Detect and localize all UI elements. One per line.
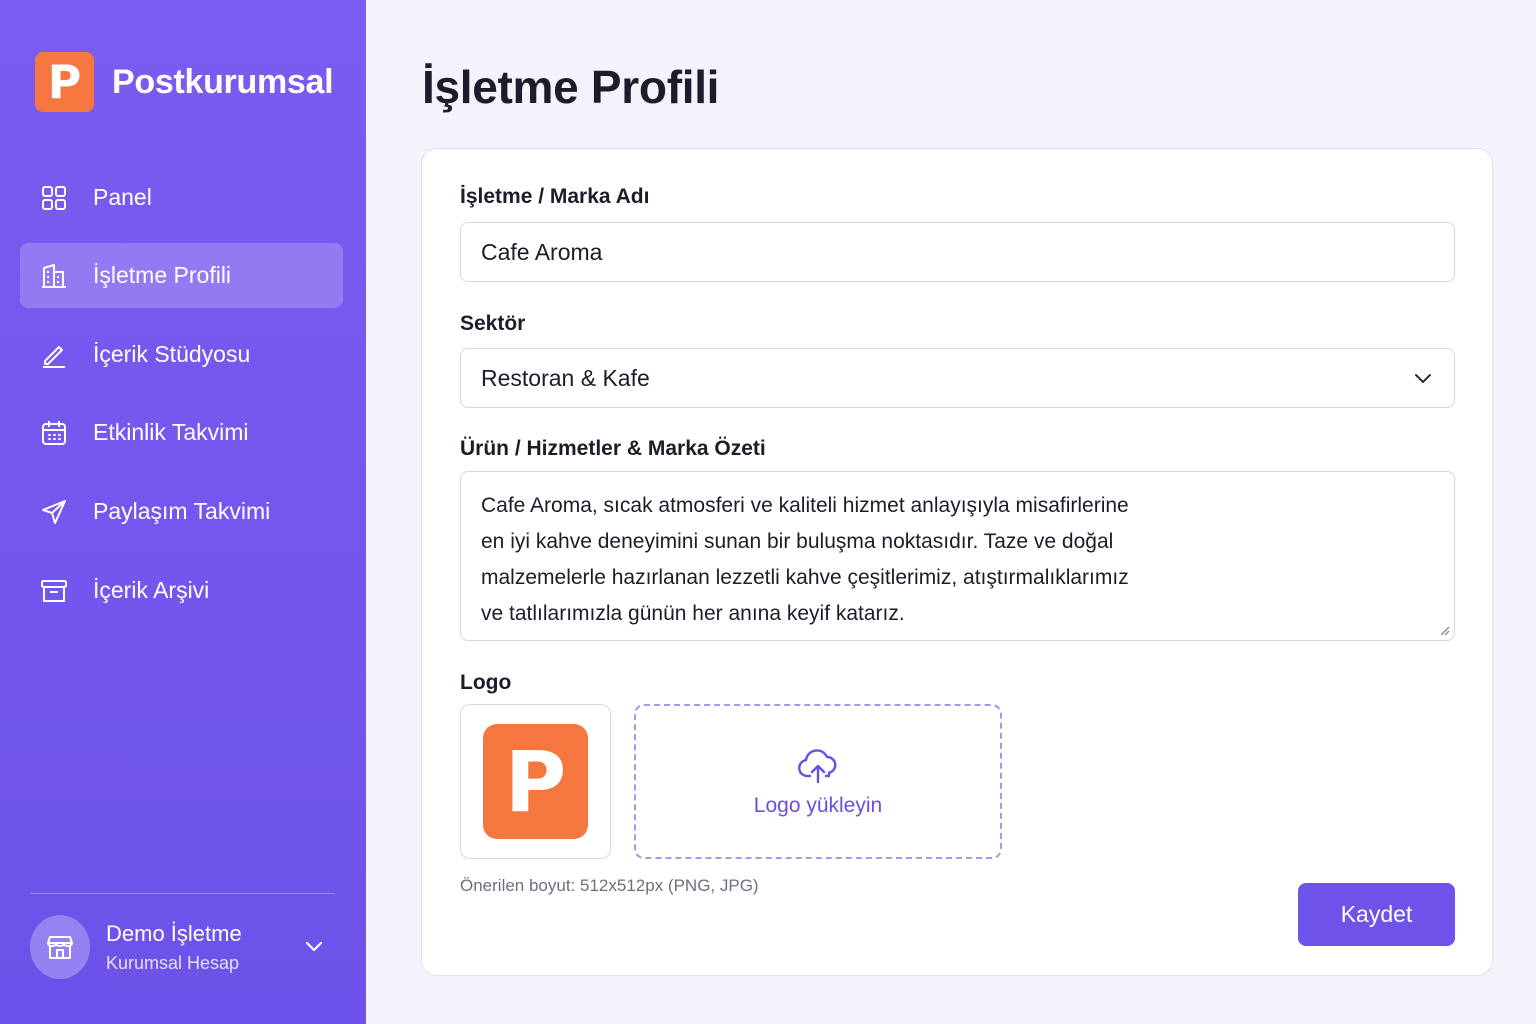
sidebar: P Postkurumsal Panel İşletme Profili İçe… — [0, 0, 366, 1024]
archive-icon — [40, 577, 68, 605]
summary-line: Cafe Aroma, sıcak atmosferi ve kaliteli … — [481, 494, 1129, 517]
save-button[interactable]: Kaydet — [1298, 883, 1455, 946]
sidebar-item-panel[interactable]: Panel — [20, 165, 343, 230]
sidebar-item-icerik-studyosu[interactable]: İçerik Stüdyosu — [20, 322, 343, 387]
brand-logo-icon: P — [35, 52, 94, 112]
account-switcher[interactable]: Demo İşletme Kurumsal Hesap — [30, 915, 335, 979]
account-role: Kurumsal Hesap — [106, 952, 240, 973]
profile-form-card: İşletme / Marka Adı Cafe Aroma Sektör Re… — [421, 148, 1493, 976]
chevron-down-icon — [305, 941, 323, 952]
sidebar-item-label: İçerik Stüdyosu — [93, 341, 251, 367]
chevron-down-icon — [1415, 374, 1431, 383]
business-name-label: İşletme / Marka Adı — [460, 185, 650, 208]
sidebar-divider — [30, 893, 335, 894]
logo-letter: P — [504, 732, 567, 831]
sidebar-item-paylasim-takvimi[interactable]: Paylaşım Takvimi — [20, 479, 343, 544]
sector-label: Sektör — [460, 312, 526, 335]
summary-line: malzemelerle hazırlanan lezzetli kahve ç… — [481, 566, 1129, 589]
resize-handle-icon[interactable] — [1438, 624, 1450, 636]
summary-line: ve tatlılarımızla günün her anına keyif … — [481, 602, 905, 625]
business-name-input[interactable]: Cafe Aroma — [460, 222, 1455, 282]
avatar — [30, 915, 90, 979]
brand[interactable]: P Postkurumsal — [35, 52, 334, 112]
pen-icon — [40, 341, 68, 369]
send-icon — [40, 498, 68, 526]
summary-label: Ürün / Hizmetler & Marka Özeti — [460, 437, 766, 460]
logo-preview: P — [460, 704, 611, 859]
sidebar-item-label: Panel — [93, 184, 152, 210]
sidebar-item-label: İşletme Profili — [93, 262, 232, 288]
sidebar-item-isletme-profili[interactable]: İşletme Profili — [20, 243, 343, 308]
sidebar-item-etkinlik-takvimi[interactable]: Etkinlik Takvimi — [20, 400, 343, 465]
account-name: Demo İşletme — [106, 920, 242, 946]
grid-icon — [40, 184, 68, 212]
sidebar-item-label: Paylaşım Takvimi — [93, 498, 271, 524]
upload-label: Logo yükleyin — [753, 793, 883, 817]
sidebar-item-label: Etkinlik Takvimi — [93, 419, 249, 445]
sector-value: Restoran & Kafe — [481, 364, 650, 391]
logo-size-hint: Önerilen boyut: 512x512px (PNG, JPG) — [460, 876, 759, 895]
store-icon — [47, 936, 73, 959]
summary-textarea[interactable]: Cafe Aroma, sıcak atmosferi ve kaliteli … — [460, 471, 1455, 641]
brand-name: Postkurumsal — [112, 62, 334, 101]
logo-label: Logo — [460, 671, 512, 694]
sidebar-item-label: İçerik Arşivi — [93, 577, 210, 603]
brand-logo-letter: P — [47, 55, 82, 109]
page-title: İşletme Profili — [422, 61, 720, 113]
cloud-upload-icon — [798, 748, 837, 783]
summary-line: en iyi kahve deneyimini sunan bir buluşm… — [481, 530, 1114, 553]
calendar-icon — [40, 419, 68, 447]
sidebar-item-icerik-arsivi[interactable]: İçerik Arşivi — [20, 558, 343, 623]
business-name-value: Cafe Aroma — [481, 238, 603, 265]
building-icon — [40, 262, 68, 290]
logo-image: P — [483, 724, 588, 839]
logo-upload-dropzone[interactable]: Logo yükleyin — [634, 704, 1002, 859]
sector-select[interactable]: Restoran & Kafe — [460, 348, 1455, 408]
